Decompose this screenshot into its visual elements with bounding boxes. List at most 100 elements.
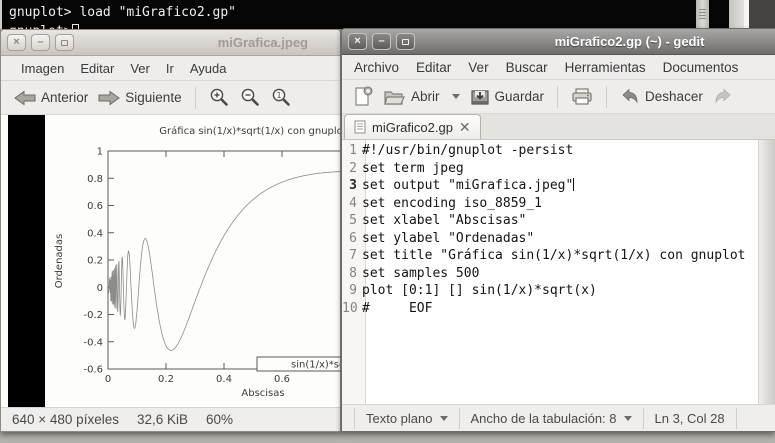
zoom-out-icon xyxy=(241,88,259,106)
menu-buscar[interactable]: Buscar xyxy=(506,56,548,79)
code-line[interactable]: 4 set encoding iso_8859_1 xyxy=(342,195,758,213)
syntax-mode-dropdown[interactable]: Texto plano xyxy=(354,407,460,429)
gedit-window: × – miGrafico2.gp (~) - gedit Archivo Edi… xyxy=(341,28,775,432)
code-line[interactable]: 10 # EOF xyxy=(342,300,758,318)
undo-button[interactable]: Deshacer xyxy=(615,85,708,108)
code-line[interactable]: 5 set xlabel "Abscisas" xyxy=(342,212,758,230)
line-text: set samples 500 xyxy=(362,265,480,281)
line-text: plot [0:1] [] sin(1/x)*sqrt(x) xyxy=(362,283,597,298)
viewer-titlebar[interactable]: × – miGrafica.jpeg xyxy=(1,30,340,56)
menu-ayuda[interactable]: Ayuda xyxy=(190,57,227,80)
arrow-right-icon xyxy=(98,90,121,105)
code-line[interactable]: 3 set output "miGrafica.jpeg" xyxy=(342,177,758,195)
gedit-statusbar: Texto plano Ancho de la tabulación: 8 Ln… xyxy=(342,404,775,431)
menu-ir[interactable]: Ir xyxy=(166,57,174,80)
code-line[interactable]: 8 set samples 500 xyxy=(342,265,758,283)
editor-scrollbar[interactable] xyxy=(758,140,775,404)
toolbar-separator xyxy=(194,86,196,109)
tab-close-icon[interactable]: ✕ xyxy=(459,120,471,134)
image-dimensions: 640 × 480 píxeles xyxy=(12,412,119,427)
toolbar-separator xyxy=(606,85,608,108)
line-number: 3 xyxy=(349,178,357,193)
terminal-scrollbar[interactable] xyxy=(696,0,709,29)
new-document-button[interactable] xyxy=(348,83,378,110)
menu-ver[interactable]: Ver xyxy=(468,56,488,79)
background-window-shade xyxy=(749,0,775,29)
code-line[interactable]: 1 #!/usr/bin/gnuplot -persist xyxy=(342,142,758,160)
svg-text:0.4: 0.4 xyxy=(216,374,232,385)
gnuplot-chart: Gráfica sin(1/x)*sqrt(1/x) con gnuplot Or… xyxy=(54,125,340,399)
maximize-icon xyxy=(61,39,68,46)
menu-ver[interactable]: Ver xyxy=(130,57,150,80)
zoom-1-1-icon: 1 xyxy=(272,88,290,106)
code-line[interactable]: 9 plot [0:1] [] sin(1/x)*sqrt(x) xyxy=(342,282,758,300)
tab-width-label: Ancho de la tabulación: 8 xyxy=(470,410,617,426)
menu-editar[interactable]: Editar xyxy=(416,56,451,79)
svg-text:-0.2: -0.2 xyxy=(83,310,103,321)
gedit-window-title: miGrafico2.gp (~) - gedit xyxy=(554,34,705,49)
line-text: set title "Gráfica sin(1/x)*sqrt(1/x) co… xyxy=(362,248,746,263)
new-document-icon xyxy=(355,86,373,106)
image-black-border xyxy=(8,115,45,407)
line-number: 5 xyxy=(349,213,357,228)
close-button[interactable]: × xyxy=(7,34,26,51)
viewer-toolbar: Anterior Siguiente 1 xyxy=(1,81,340,115)
svg-text:-0.4: -0.4 xyxy=(83,337,103,348)
zoom-normal-button[interactable]: 1 xyxy=(266,84,297,111)
cursor-position-indicator: Ln 3, Col 28 xyxy=(644,407,737,429)
image-filesize: 32,6 KiB xyxy=(136,412,189,427)
open-dropdown-icon[interactable] xyxy=(451,94,460,99)
code-line[interactable]: 7 set title "Gráfica sin(1/x)*sqrt(1/x) c… xyxy=(342,247,758,265)
print-button[interactable] xyxy=(566,85,598,109)
minimize-button[interactable]: – xyxy=(31,34,50,51)
svg-text:Gráfica sin(1/x)*sqrt(1/x) con: Gráfica sin(1/x)*sqrt(1/x) con gnuplot xyxy=(159,125,340,137)
svg-text:0.8: 0.8 xyxy=(87,174,103,185)
save-button[interactable]: Guardar xyxy=(465,84,550,110)
svg-text:1: 1 xyxy=(276,91,281,100)
menu-imagen[interactable]: Imagen xyxy=(21,57,64,80)
line-text: set output "miGrafica.jpeg" xyxy=(362,178,575,193)
close-button[interactable]: × xyxy=(348,33,367,50)
minimize-button[interactable]: – xyxy=(372,33,391,50)
menu-archivo[interactable]: Archivo xyxy=(354,56,399,79)
text-editor-area[interactable]: 1 #!/usr/bin/gnuplot -persist 2 set term jp… xyxy=(342,140,775,404)
svg-text:0: 0 xyxy=(105,374,111,385)
next-image-button[interactable]: Siguiente xyxy=(93,87,186,109)
maximize-button[interactable] xyxy=(55,34,74,51)
gedit-titlebar[interactable]: × – miGrafico2.gp (~) - gedit xyxy=(342,29,775,55)
gedit-menubar: Archivo Editar Ver Buscar Herramientas Docume… xyxy=(342,55,775,80)
code-line[interactable]: 6 set ylabel "Ordenadas" xyxy=(342,230,758,248)
open-button[interactable]: Abrir xyxy=(378,85,465,109)
menu-herramientas[interactable]: Herramientas xyxy=(565,56,646,79)
tab-width-dropdown[interactable]: Ancho de la tabulación: 8 xyxy=(460,407,644,429)
redo-icon xyxy=(715,88,731,104)
tab-migrafico2[interactable]: miGrafico2.gp ✕ xyxy=(344,114,481,139)
code-line[interactable]: 2 set term jpeg xyxy=(342,160,758,178)
zoom-out-button[interactable] xyxy=(235,84,266,111)
line-number: 10 xyxy=(342,300,358,316)
terminal-window[interactable]: gnuplot> load "miGrafico2.gp" gnuplot> xyxy=(0,0,775,29)
svg-text:0.2: 0.2 xyxy=(87,256,103,267)
viewer-statusbar: 640 × 480 píxeles 32,6 KiB 60% xyxy=(1,407,340,431)
zoom-in-button[interactable] xyxy=(204,84,235,111)
line-number: 6 xyxy=(349,230,357,246)
line-number: 1 xyxy=(349,143,357,158)
chevron-down-icon xyxy=(439,415,448,421)
undo-icon xyxy=(622,88,638,104)
line-text: set term jpeg xyxy=(362,160,464,176)
save-icon xyxy=(470,89,489,105)
toolbar-separator xyxy=(557,85,559,108)
redo-button[interactable] xyxy=(708,85,738,108)
image-display-area: Gráfica sin(1/x)*sqrt(1/x) con gnuplot Or… xyxy=(1,115,340,407)
line-text: set xlabel "Abscisas" xyxy=(362,213,527,228)
maximize-button[interactable] xyxy=(396,33,415,50)
menu-documentos[interactable]: Documentos xyxy=(663,56,739,79)
line-number: 2 xyxy=(349,160,357,176)
previous-image-button[interactable]: Anterior xyxy=(9,87,93,109)
gedit-tabbar: miGrafico2.gp ✕ xyxy=(342,114,775,140)
terminal-command-line: gnuplot> load "miGrafico2.gp" xyxy=(9,5,236,20)
printer-icon xyxy=(572,87,592,105)
menu-editar[interactable]: Editar xyxy=(80,57,114,80)
viewer-window-title: miGrafica.jpeg xyxy=(217,35,308,50)
svg-text:0.6: 0.6 xyxy=(87,201,103,212)
